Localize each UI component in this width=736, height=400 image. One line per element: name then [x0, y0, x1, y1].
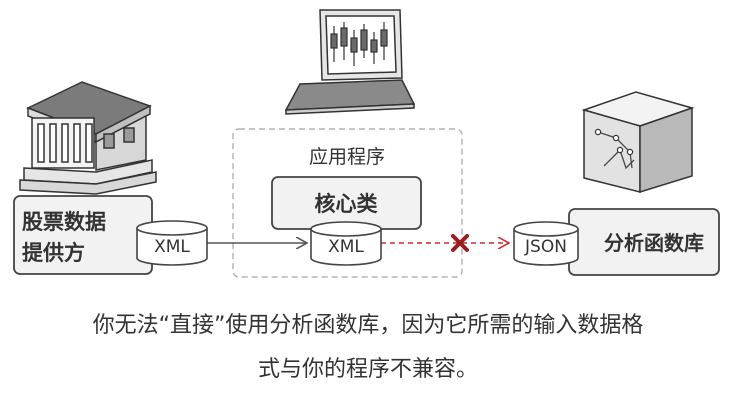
json-label: JSON: [524, 237, 567, 257]
xml-target-label: XML: [328, 237, 364, 257]
xml-source-label: XML: [154, 237, 190, 257]
laptop-icon: [284, 9, 416, 115]
xml-target-cylinder: XML: [310, 221, 382, 266]
json-cylinder: JSON: [513, 221, 579, 266]
application-group-label: 应用程序: [309, 146, 385, 168]
package-box-icon: [581, 91, 695, 194]
xml-source-cylinder: XML: [136, 220, 208, 266]
stock-provider-label-line2: 提供方: [22, 241, 85, 265]
caption-line-1: 你无法“直接”使用分析函数库，因为它所需的输入数据格: [92, 313, 644, 338]
core-class-label: 核心类: [315, 192, 379, 216]
analytics-library-label: 分析函数库: [604, 231, 704, 255]
caption-line-2: 式与你的程序不兼容。: [257, 357, 478, 382]
stock-provider-label-line1: 股票数据: [22, 210, 106, 234]
bank-building-icon: [19, 81, 157, 195]
